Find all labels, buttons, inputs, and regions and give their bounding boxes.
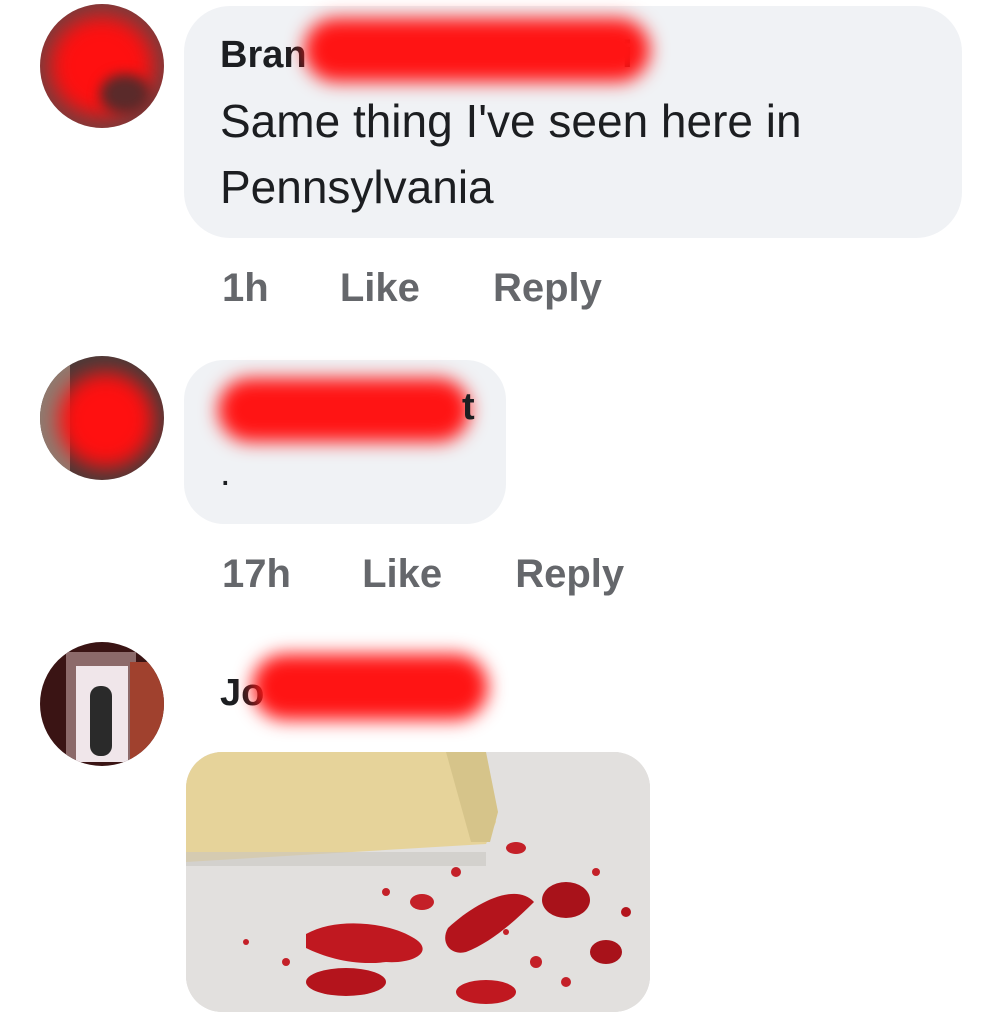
like-button[interactable]: Like: [362, 552, 442, 596]
comment-timestamp[interactable]: 1h: [222, 266, 269, 310]
comment-bubble: Bran i Same thing I've seen here in Penn…: [184, 6, 962, 238]
commenter-avatar[interactable]: [40, 356, 164, 480]
comment-text-line: Same thing I've seen here in: [220, 95, 802, 147]
author-name-visible: Bran: [220, 34, 307, 76]
redaction-mark: [304, 18, 650, 82]
reply-button[interactable]: Reply: [515, 552, 624, 596]
author-name-tail: t: [462, 386, 475, 428]
comment-text: .: [220, 452, 231, 494]
redaction-mark: [252, 654, 488, 720]
attached-photo-image: [186, 752, 650, 1012]
comment-text: Same thing I've seen here in Pennsylvani…: [220, 88, 802, 220]
comment-author[interactable]: Bran: [220, 34, 307, 77]
redaction-mark: [218, 378, 470, 442]
attached-photo[interactable]: [186, 752, 650, 1012]
comment-timestamp[interactable]: 17h: [222, 552, 291, 596]
commenter-avatar[interactable]: [40, 4, 164, 128]
comment-actions: 17h Like Reply: [222, 552, 624, 597]
comment-bubble: t .: [184, 360, 506, 524]
like-button[interactable]: Like: [340, 266, 420, 310]
comment-text-line: Pennsylvania: [220, 161, 494, 213]
commenter-avatar[interactable]: [40, 642, 164, 766]
comment-actions: 1h Like Reply: [222, 266, 602, 311]
reply-button[interactable]: Reply: [493, 266, 602, 310]
